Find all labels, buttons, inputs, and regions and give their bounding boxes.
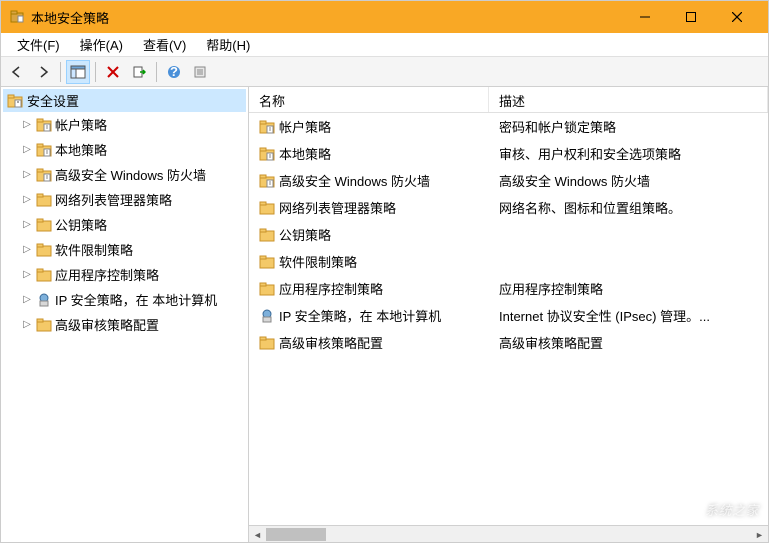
list-cell-name: 软件限制策略 <box>249 251 489 272</box>
maximize-button[interactable] <box>668 1 714 33</box>
list-cell-description <box>489 224 768 245</box>
toolbar-separator <box>60 62 61 82</box>
help-button[interactable]: ? <box>162 60 186 84</box>
back-button[interactable] <box>5 60 29 84</box>
list-row[interactable]: 高级安全 Windows 防火墙高级安全 Windows 防火墙 <box>249 167 768 194</box>
menu-file[interactable]: 文件(F) <box>7 32 70 57</box>
menu-bar: 文件(F) 操作(A) 查看(V) 帮助(H) <box>1 33 768 57</box>
list-row[interactable]: 软件限制策略 <box>249 248 768 275</box>
list-cell-description: 应用程序控制策略 <box>489 278 768 299</box>
title-bar: 本地安全策略 <box>1 1 768 33</box>
tree-item-label: 本地策略 <box>55 140 107 159</box>
properties-button[interactable] <box>188 60 212 84</box>
show-tree-button[interactable] <box>66 60 90 84</box>
list-body: 帐户策略密码和帐户锁定策略本地策略审核、用户权利和安全选项策略高级安全 Wind… <box>249 113 768 525</box>
list-cell-name: 公钥策略 <box>249 224 489 245</box>
tree-item[interactable]: ▷ 应用程序控制策略 <box>3 262 246 287</box>
svg-text:?: ? <box>170 65 178 79</box>
column-header-name[interactable]: 名称 <box>249 87 489 112</box>
forward-button[interactable] <box>31 60 55 84</box>
tree-item-label: 高级审核策略配置 <box>55 315 159 334</box>
tree-item[interactable]: ▷ 本地策略 <box>3 137 246 162</box>
tree-item[interactable]: ▷ 网络列表管理器策略 <box>3 187 246 212</box>
toolbar: ? <box>1 57 768 87</box>
list-row[interactable]: 公钥策略 <box>249 221 768 248</box>
list-cell-description: 高级安全 Windows 防火墙 <box>489 170 768 191</box>
expand-icon[interactable]: ▷ <box>21 244 33 256</box>
tree-item-label: 帐户策略 <box>55 115 107 134</box>
expand-icon[interactable]: ▷ <box>21 219 33 231</box>
list-row[interactable]: IP 安全策略，在 本地计算机Internet 协议安全性 (IPsec) 管理… <box>249 302 768 329</box>
expand-icon[interactable]: ▷ <box>21 319 33 331</box>
scroll-thumb[interactable] <box>266 528 326 541</box>
tree-item-label: 应用程序控制策略 <box>55 265 159 284</box>
expand-icon[interactable]: ▷ <box>21 119 33 131</box>
expand-icon[interactable]: ▷ <box>21 144 33 156</box>
list-cell-name: 本地策略 <box>249 143 489 164</box>
list-header: 名称 描述 <box>249 87 768 113</box>
menu-view[interactable]: 查看(V) <box>133 32 196 57</box>
tree-item[interactable]: ▷ 高级审核策略配置 <box>3 312 246 337</box>
tree-item[interactable]: ▷ IP 安全策略，在 本地计算机 <box>3 287 246 312</box>
menu-action[interactable]: 操作(A) <box>70 32 133 57</box>
list-cell-description: 审核、用户权利和安全选项策略 <box>489 143 768 164</box>
app-icon <box>9 9 25 25</box>
content-area: 安全设置 ▷ 帐户策略 ▷ 本地策略 ▷ 高级安全 Windows 防火墙 ▷ 网络列表管理器… <box>1 87 768 542</box>
list-cell-name: 高级安全 Windows 防火墙 <box>249 170 489 191</box>
list-cell-name: 应用程序控制策略 <box>249 278 489 299</box>
list-cell-description: 网络名称、图标和位置组策略。 <box>489 197 768 218</box>
toolbar-separator <box>156 62 157 82</box>
minimize-button[interactable] <box>622 1 668 33</box>
list-row[interactable]: 帐户策略密码和帐户锁定策略 <box>249 113 768 140</box>
column-header-description[interactable]: 描述 <box>489 87 768 112</box>
list-row[interactable]: 网络列表管理器策略网络名称、图标和位置组策略。 <box>249 194 768 221</box>
list-cell-description: 密码和帐户锁定策略 <box>489 116 768 137</box>
window-title: 本地安全策略 <box>31 8 622 27</box>
expand-icon[interactable]: ▷ <box>21 294 33 306</box>
tree-item[interactable]: ▷ 帐户策略 <box>3 112 246 137</box>
list-cell-name: IP 安全策略，在 本地计算机 <box>249 305 489 326</box>
expand-icon[interactable]: ▷ <box>21 269 33 281</box>
scroll-left-arrow[interactable]: ◄ <box>249 526 266 542</box>
list-cell-name: 高级审核策略配置 <box>249 332 489 353</box>
export-button[interactable] <box>127 60 151 84</box>
list-cell-description: 高级审核策略配置 <box>489 332 768 353</box>
window-controls <box>622 1 760 33</box>
list-cell-description: Internet 协议安全性 (IPsec) 管理。... <box>489 305 768 326</box>
delete-button[interactable] <box>101 60 125 84</box>
list-row[interactable]: 应用程序控制策略应用程序控制策略 <box>249 275 768 302</box>
tree-item-label: 软件限制策略 <box>55 240 133 259</box>
list-panel: 名称 描述 帐户策略密码和帐户锁定策略本地策略审核、用户权利和安全选项策略高级安… <box>249 87 768 542</box>
list-cell-description <box>489 251 768 272</box>
expand-icon[interactable]: ▷ <box>21 194 33 206</box>
tree-item[interactable]: ▷ 软件限制策略 <box>3 237 246 262</box>
tree-item[interactable]: ▷ 高级安全 Windows 防火墙 <box>3 162 246 187</box>
tree-root-label: 安全设置 <box>27 91 79 110</box>
close-button[interactable] <box>714 1 760 33</box>
tree-item-label: IP 安全策略，在 本地计算机 <box>55 290 217 309</box>
tree-panel: 安全设置 ▷ 帐户策略 ▷ 本地策略 ▷ 高级安全 Windows 防火墙 ▷ 网络列表管理器… <box>1 87 249 542</box>
toolbar-separator <box>95 62 96 82</box>
tree-item-label: 网络列表管理器策略 <box>55 190 172 209</box>
scroll-right-arrow[interactable]: ► <box>751 526 768 542</box>
tree-item-label: 高级安全 Windows 防火墙 <box>55 165 206 184</box>
tree-item[interactable]: ▷ 公钥策略 <box>3 212 246 237</box>
menu-help[interactable]: 帮助(H) <box>196 32 260 57</box>
list-row[interactable]: 高级审核策略配置高级审核策略配置 <box>249 329 768 356</box>
list-row[interactable]: 本地策略审核、用户权利和安全选项策略 <box>249 140 768 167</box>
list-cell-name: 帐户策略 <box>249 116 489 137</box>
horizontal-scrollbar[interactable]: ◄ ► <box>249 525 768 542</box>
tree-root-security-settings[interactable]: 安全设置 <box>3 89 246 112</box>
expand-icon[interactable]: ▷ <box>21 169 33 181</box>
list-cell-name: 网络列表管理器策略 <box>249 197 489 218</box>
tree-item-label: 公钥策略 <box>55 215 107 234</box>
